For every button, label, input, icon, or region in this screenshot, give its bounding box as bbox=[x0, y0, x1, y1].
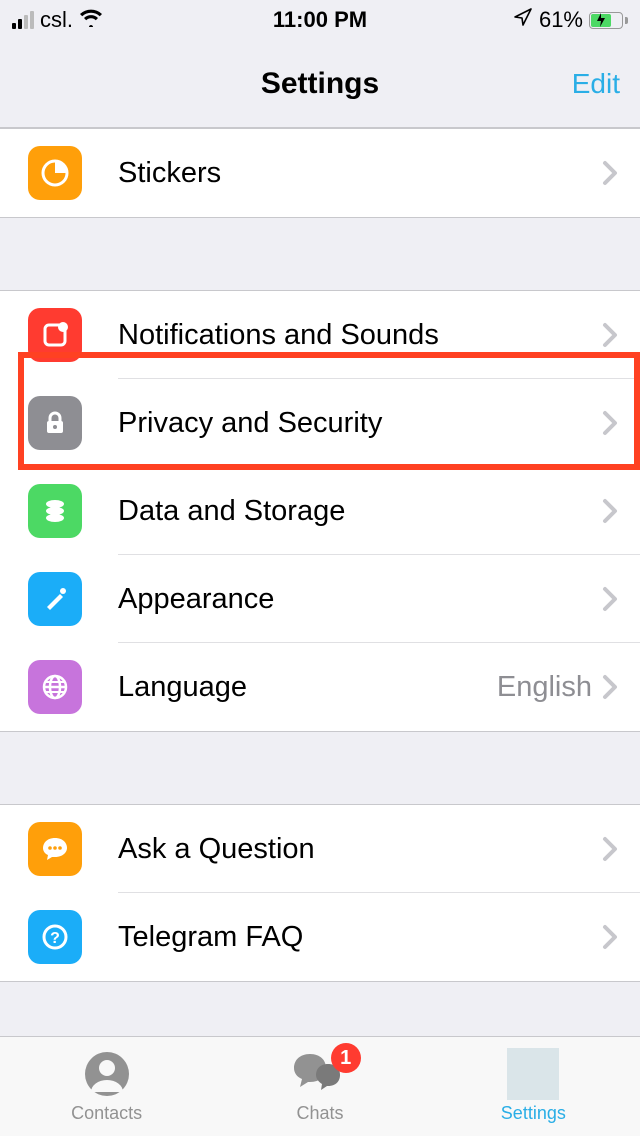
bell-icon bbox=[28, 308, 82, 362]
chat-icon bbox=[28, 822, 82, 876]
status-bar: csl. 11:00 PM 61% bbox=[0, 0, 640, 40]
row-notifications[interactable]: Notifications and Sounds bbox=[0, 291, 640, 379]
lock-icon bbox=[28, 396, 82, 450]
section-stickers: Stickers bbox=[0, 128, 640, 218]
settings-icon bbox=[507, 1049, 559, 1099]
row-appearance-label: Appearance bbox=[118, 583, 602, 616]
chevron-right-icon bbox=[602, 498, 618, 524]
edit-button[interactable]: Edit bbox=[572, 68, 620, 100]
status-time: 11:00 PM bbox=[0, 7, 640, 33]
chevron-right-icon bbox=[602, 586, 618, 612]
chevron-right-icon bbox=[602, 836, 618, 862]
chevron-right-icon bbox=[602, 160, 618, 186]
row-language-value: English bbox=[497, 671, 592, 704]
nav-header: Settings Edit bbox=[0, 40, 640, 128]
tab-settings[interactable]: Settings bbox=[427, 1037, 640, 1136]
stickers-icon bbox=[28, 146, 82, 200]
row-language[interactable]: Language English bbox=[0, 643, 640, 731]
chevron-right-icon bbox=[602, 674, 618, 700]
battery-icon bbox=[589, 12, 628, 29]
row-language-label: Language bbox=[118, 671, 497, 704]
section-help: Ask a Question ? Telegram FAQ bbox=[0, 804, 640, 982]
row-stickers[interactable]: Stickers bbox=[0, 129, 640, 217]
tab-chats-label: Chats bbox=[296, 1103, 343, 1124]
row-privacy-label: Privacy and Security bbox=[118, 407, 602, 440]
row-appearance[interactable]: Appearance bbox=[0, 555, 640, 643]
database-icon bbox=[28, 484, 82, 538]
chats-badge: 1 bbox=[331, 1043, 361, 1073]
tab-contacts-label: Contacts bbox=[71, 1103, 142, 1124]
svg-text:?: ? bbox=[50, 930, 60, 947]
chevron-right-icon bbox=[602, 410, 618, 436]
row-data-label: Data and Storage bbox=[118, 495, 602, 528]
row-faq[interactable]: ? Telegram FAQ bbox=[0, 893, 640, 981]
row-data[interactable]: Data and Storage bbox=[0, 467, 640, 555]
chevron-right-icon bbox=[602, 322, 618, 348]
row-notifications-label: Notifications and Sounds bbox=[118, 319, 602, 352]
chevron-right-icon bbox=[602, 924, 618, 950]
row-faq-label: Telegram FAQ bbox=[118, 921, 602, 954]
row-privacy[interactable]: Privacy and Security bbox=[0, 379, 640, 467]
section-general: Notifications and Sounds Privacy and Sec… bbox=[0, 290, 640, 732]
row-ask-label: Ask a Question bbox=[118, 833, 602, 866]
globe-icon bbox=[28, 660, 82, 714]
page-title: Settings bbox=[261, 67, 379, 101]
contacts-icon bbox=[83, 1049, 131, 1099]
tab-contacts[interactable]: Contacts bbox=[0, 1037, 213, 1136]
row-ask[interactable]: Ask a Question bbox=[0, 805, 640, 893]
brush-icon bbox=[28, 572, 82, 626]
row-stickers-label: Stickers bbox=[118, 157, 602, 190]
tab-chats[interactable]: Chats 1 bbox=[213, 1037, 426, 1136]
tab-settings-label: Settings bbox=[501, 1103, 566, 1124]
tab-bar: Contacts Chats 1 Settings bbox=[0, 1036, 640, 1136]
help-icon: ? bbox=[28, 910, 82, 964]
